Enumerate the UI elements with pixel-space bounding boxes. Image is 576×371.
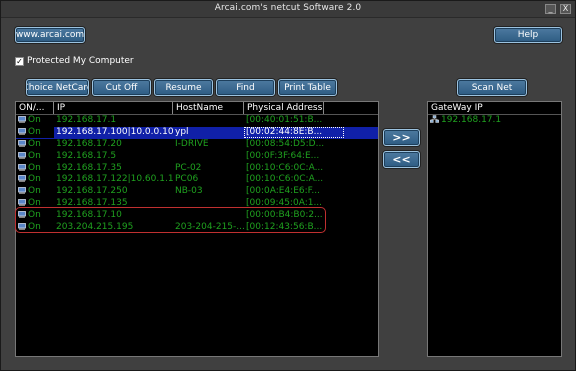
protect-label: Protected My Computer xyxy=(27,56,134,66)
row-status: On xyxy=(16,151,54,162)
gateway-ip-text: 192.168.17.1 xyxy=(441,115,502,126)
status-text: On xyxy=(28,174,41,185)
column-header-ip[interactable]: IP xyxy=(54,102,173,114)
row-physical-address: [00:10:C6:0C:A... xyxy=(246,162,324,173)
find-button[interactable]: Find xyxy=(216,79,275,96)
table-row[interactable]: On 192.168.17.122|10.60.1.122 PC06 [00:10:C… xyxy=(16,174,378,186)
table-row[interactable]: On 192.168.17.100|10.0.0.10... ypl [00:02:4… xyxy=(16,126,378,139)
table-row[interactable]: On 192.168.17.250 NB-03 [00:0A:E4:E6:F... xyxy=(16,186,378,198)
row-ip: 192.168.17.5 xyxy=(56,150,117,161)
computer-icon xyxy=(18,127,28,137)
row-physical-address: [00:10:C6:0C:A... xyxy=(246,174,324,185)
row-hostname: PC-02 xyxy=(175,162,202,173)
website-button[interactable]: www.arcai.com xyxy=(15,27,85,43)
move-left-button[interactable]: << xyxy=(383,151,420,168)
table-row[interactable]: On 192.168.17.35 PC-02 [00:10:C6:0C:A... xyxy=(16,162,378,174)
row-ip: 192.168.17.35 xyxy=(56,162,122,173)
host-list-header: ON/... IP HostName Physical Address xyxy=(16,102,378,115)
gateway-list[interactable]: GateWay IP 192.168.17.1 xyxy=(427,101,562,357)
title-bar[interactable]: Arcai.com's netcut Software 2.0 _ X xyxy=(1,1,575,18)
gateway-ip: 192.168.17.1 xyxy=(428,115,501,126)
row-ip: 192.168.17.1 xyxy=(56,115,117,126)
print-table-button[interactable]: Print Table xyxy=(278,79,337,96)
computer-icon xyxy=(18,139,28,149)
network-icon xyxy=(430,115,441,125)
row-hostname: ypl xyxy=(175,127,189,138)
column-header-gateway-ip[interactable]: GateWay IP xyxy=(428,102,561,114)
status-text: On xyxy=(28,138,41,149)
status-text: On xyxy=(28,127,41,138)
gateway-row[interactable]: 192.168.17.1 xyxy=(428,115,561,127)
scan-net-button[interactable]: Scan Net xyxy=(457,79,527,96)
row-physical-address: [00:0A:E4:E6:F... xyxy=(246,186,320,197)
computer-icon xyxy=(18,174,28,184)
resume-button[interactable]: Resume xyxy=(154,79,213,96)
highlight-annotation xyxy=(15,207,326,233)
status-text: On xyxy=(28,162,41,173)
status-text: On xyxy=(28,115,41,126)
row-hostname: NB-03 xyxy=(175,186,203,197)
row-physical-address: [00:08:54:D5:D... xyxy=(246,138,325,149)
table-row[interactable]: On 192.168.17.1 [00:40:01:51:B... xyxy=(16,115,378,127)
gateway-list-header: GateWay IP xyxy=(428,102,561,115)
close-button[interactable]: X xyxy=(560,4,571,14)
row-physical-address: [00:40:01:51:B... xyxy=(246,115,323,126)
cut-off-button[interactable]: Cut Off xyxy=(92,79,151,96)
row-hostname: PC06 xyxy=(175,174,199,185)
status-text: On xyxy=(28,150,41,161)
window-title: Arcai.com's netcut Software 2.0 xyxy=(214,3,362,13)
column-header-hostname[interactable]: HostName xyxy=(173,102,244,114)
minimize-button[interactable]: _ xyxy=(545,4,556,14)
row-physical-address: [00:0F:3F:64:E... xyxy=(246,150,320,161)
protect-computer-option[interactable]: ✓ Protected My Computer xyxy=(15,56,134,66)
table-row[interactable]: On 192.168.17.5 [00:0F:3F:64:E... xyxy=(16,150,378,162)
row-status: On xyxy=(16,186,54,197)
computer-icon xyxy=(18,151,28,161)
row-status: On xyxy=(16,163,54,174)
column-header-physical-address[interactable]: Physical Address xyxy=(244,102,324,114)
status-text: On xyxy=(28,186,41,197)
choice-netcard-button[interactable]: Choice NetCard xyxy=(26,79,89,96)
row-ip: 192.168.17.100|10.0.0.10... xyxy=(56,127,173,138)
protect-checkbox[interactable]: ✓ xyxy=(15,56,24,66)
column-header-status[interactable]: ON/... xyxy=(16,102,54,114)
row-ip: 192.168.17.20 xyxy=(56,138,122,149)
computer-icon xyxy=(18,115,28,125)
row-ip: 192.168.17.122|10.60.1.122 xyxy=(56,174,173,185)
table-row[interactable]: On 192.168.17.20 I-DRIVE [00:08:54:D5:D... xyxy=(16,139,378,151)
row-status: On xyxy=(16,174,54,185)
row-status: On xyxy=(16,127,54,139)
row-physical-address: [00:02:44:8E:B... xyxy=(244,127,344,139)
netcut-window: Arcai.com's netcut Software 2.0 _ X www.… xyxy=(0,0,576,371)
computer-icon xyxy=(18,186,28,196)
row-status: On xyxy=(16,139,54,150)
help-button[interactable]: Help xyxy=(494,27,562,43)
row-hostname: I-DRIVE xyxy=(175,138,209,149)
row-ip: 192.168.17.250 xyxy=(56,186,128,197)
move-right-button[interactable]: >> xyxy=(383,129,420,146)
row-status: On xyxy=(16,115,54,126)
gateway-rows: 192.168.17.1 xyxy=(428,115,561,127)
computer-icon xyxy=(18,163,28,173)
